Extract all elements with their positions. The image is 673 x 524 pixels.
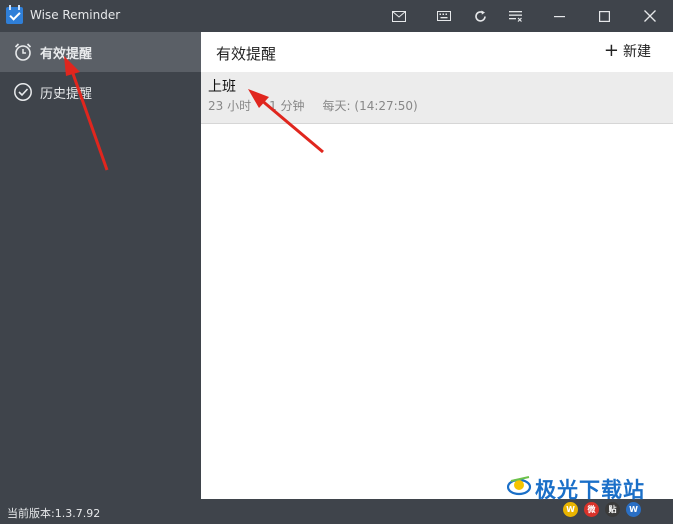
status-bar: 当前版本:1.3.7.92 极光下载站 W 微 贴 W bbox=[0, 476, 673, 524]
reminder-meta: 23 小时 1 分钟 每天: (14:27:50) bbox=[208, 97, 436, 114]
new-reminder-button[interactable]: + 新建 bbox=[604, 41, 651, 61]
weibo-icon: 微 bbox=[584, 502, 599, 517]
menu-icon[interactable] bbox=[495, 0, 535, 32]
keyboard-icon[interactable] bbox=[424, 0, 464, 32]
alarm-clock-icon bbox=[12, 41, 34, 63]
watermark: 极光下载站 W 微 贴 W bbox=[507, 471, 667, 523]
countdown-minutes: 1 分钟 bbox=[269, 99, 305, 113]
main-panel: 有效提醒 + 新建 上班 23 小时 1 分钟 每天: (14:27:50) bbox=[201, 32, 673, 499]
watermark-badges: W 微 贴 W bbox=[563, 502, 647, 517]
watermark-logo-icon bbox=[507, 476, 532, 496]
title-bar: Wise Reminder bbox=[0, 0, 673, 32]
refresh-icon[interactable] bbox=[460, 0, 500, 32]
sidebar-item-label: 历史提醒 bbox=[40, 86, 93, 102]
main-header: 有效提醒 + 新建 bbox=[201, 32, 673, 72]
version-label: 当前版本:1.3.7.92 bbox=[7, 507, 101, 520]
app-title: Wise Reminder bbox=[30, 8, 121, 22]
reminder-row[interactable]: 上班 23 小时 1 分钟 每天: (14:27:50) bbox=[201, 72, 673, 124]
check-circle-icon bbox=[12, 81, 34, 103]
sidebar: 有效提醒 历史提醒 bbox=[0, 32, 201, 499]
badge-icon: W bbox=[563, 502, 578, 517]
sidebar-item-label: 有效提醒 bbox=[40, 46, 93, 62]
page-title: 有效提醒 bbox=[216, 45, 277, 63]
reminder-title: 上班 bbox=[208, 79, 236, 95]
minimize-icon[interactable] bbox=[539, 0, 579, 32]
repeat-schedule: 每天: (14:27:50) bbox=[322, 99, 418, 113]
sidebar-item-history[interactable]: 历史提醒 bbox=[0, 72, 201, 112]
mail-icon[interactable] bbox=[379, 0, 419, 32]
sidebar-item-active-reminders[interactable]: 有效提醒 bbox=[0, 32, 201, 72]
countdown-hours: 23 小时 bbox=[208, 99, 252, 113]
maximize-icon[interactable] bbox=[584, 0, 624, 32]
tieba-icon: 贴 bbox=[605, 502, 620, 517]
watermark-text: 极光下载站 bbox=[535, 478, 645, 502]
plus-icon: + bbox=[603, 40, 619, 61]
badge-w-icon: W bbox=[626, 502, 641, 517]
close-icon[interactable] bbox=[630, 0, 670, 32]
new-button-label: 新建 bbox=[623, 44, 651, 60]
app-calendar-icon bbox=[6, 5, 23, 24]
